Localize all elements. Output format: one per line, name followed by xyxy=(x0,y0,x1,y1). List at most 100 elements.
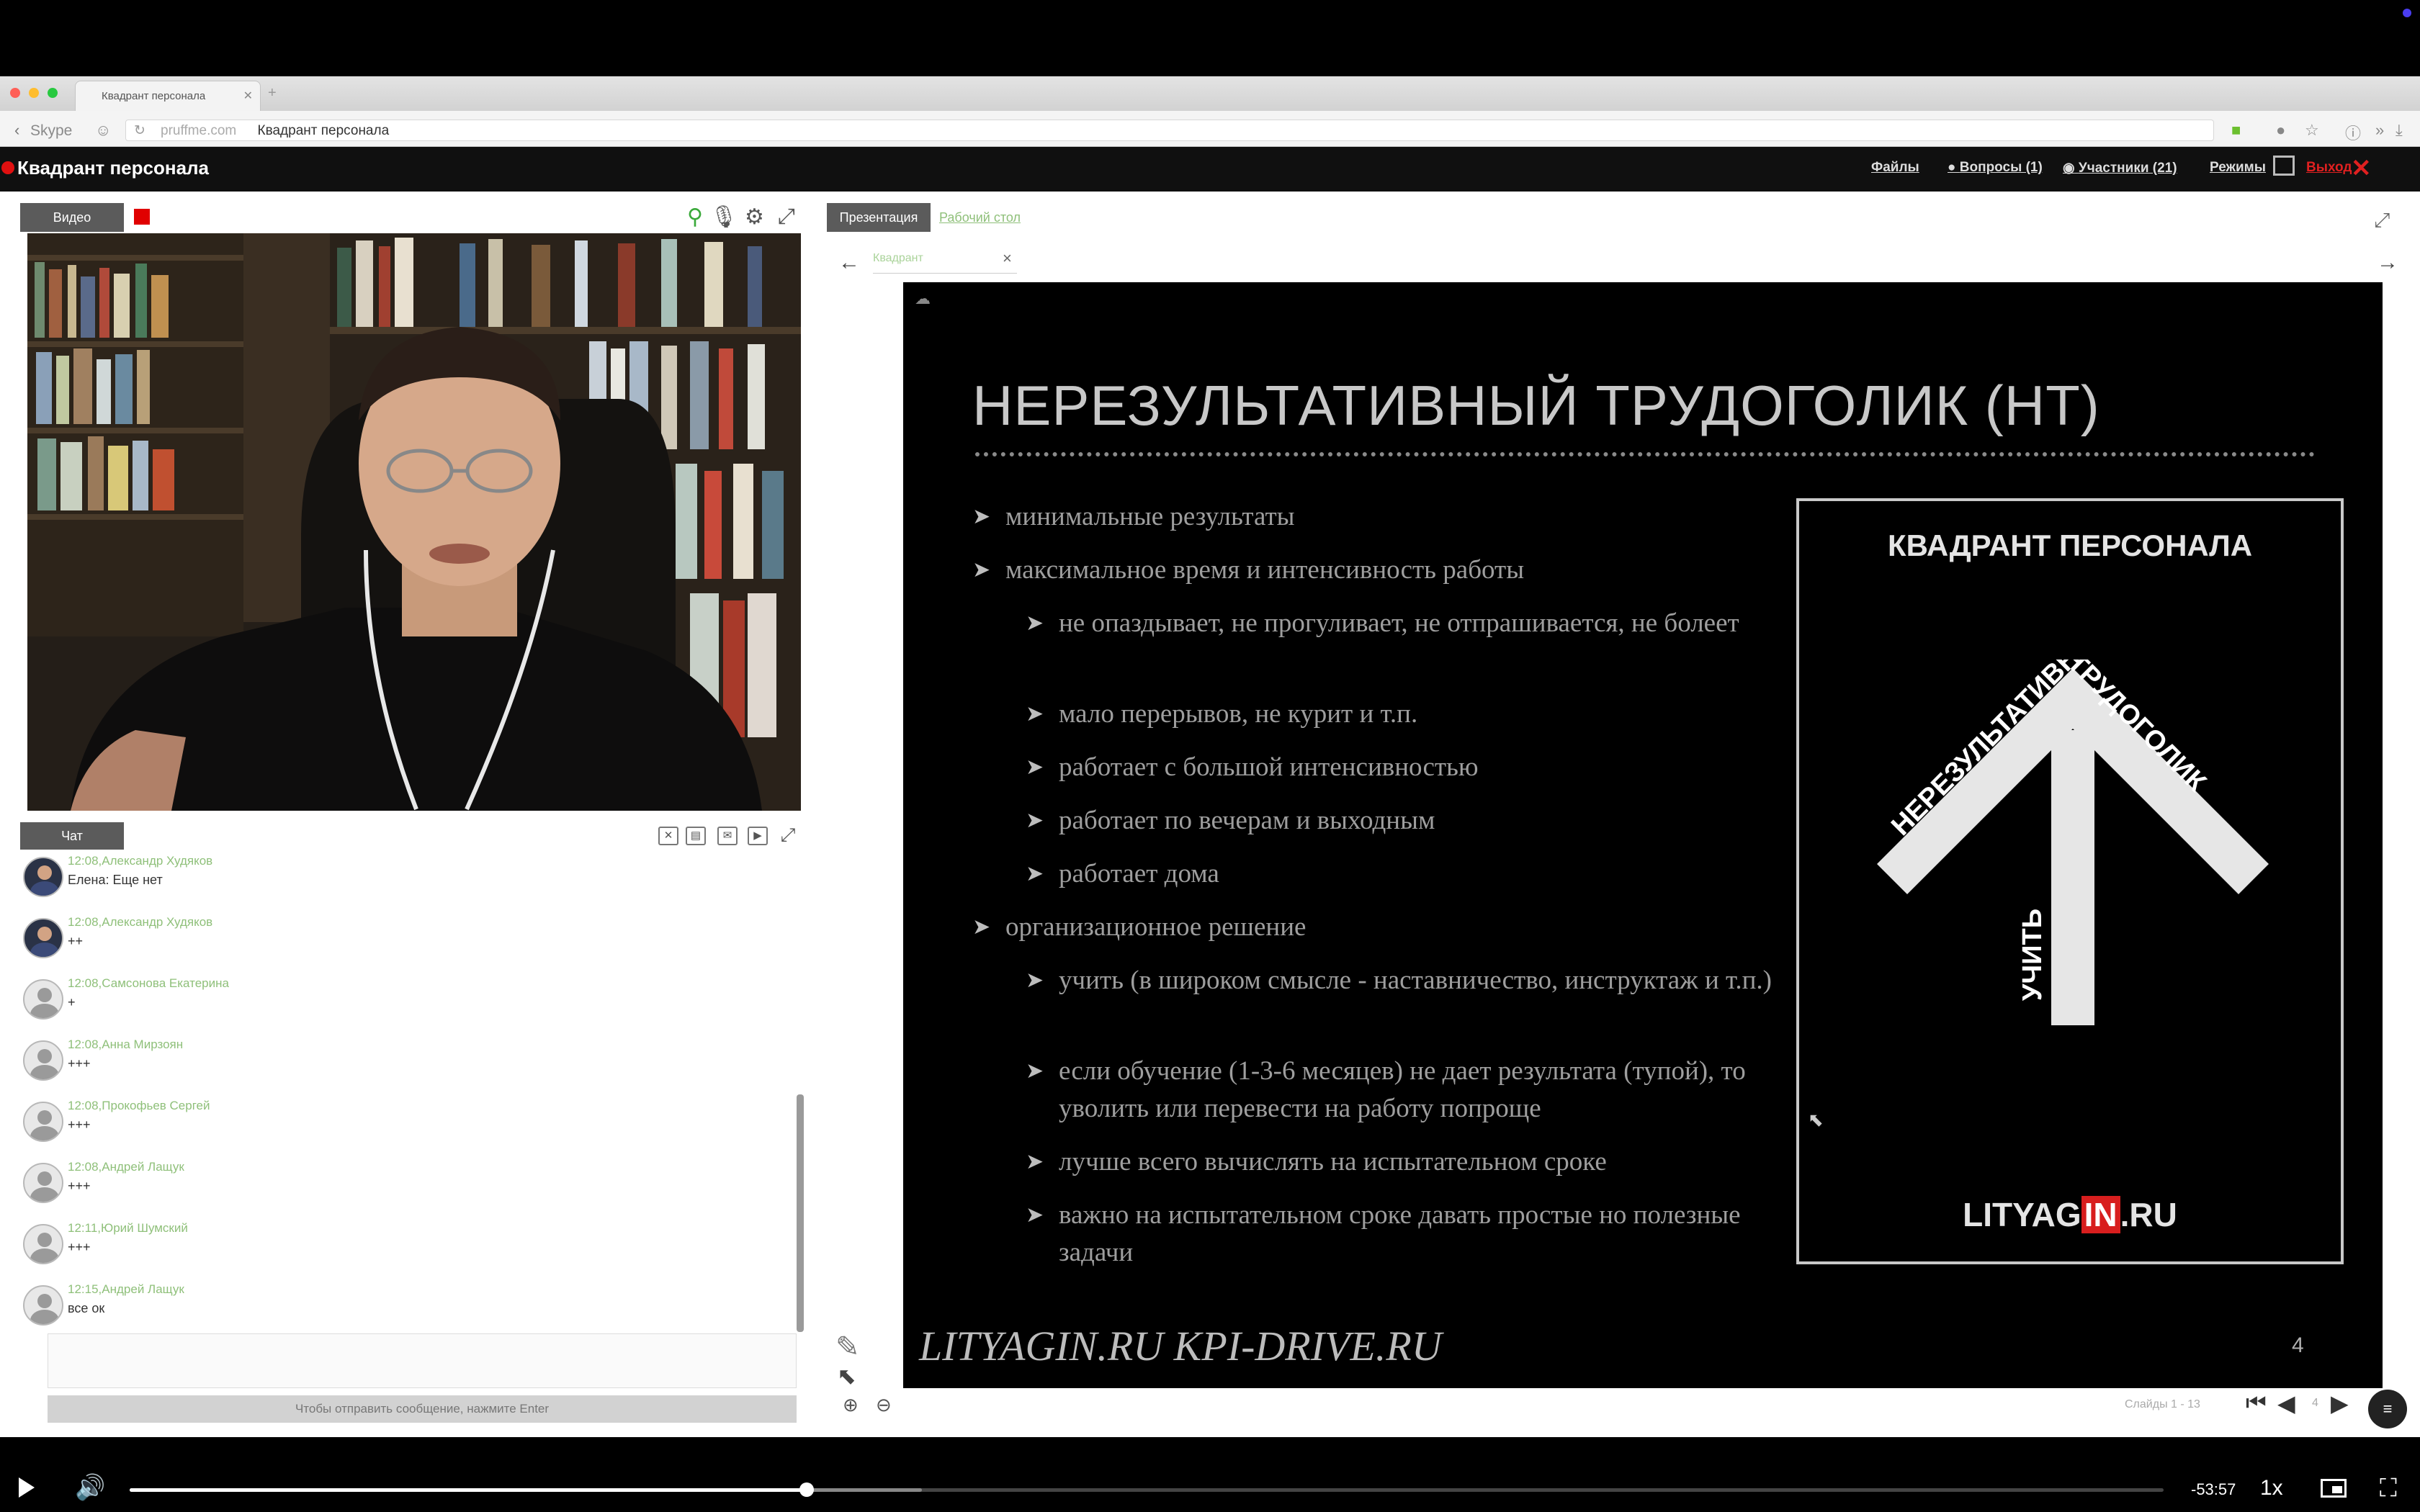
bookmark-star-icon[interactable]: ☆ xyxy=(2305,121,2319,140)
participants-link[interactable]: ◉ Участники (21) xyxy=(2063,160,2177,176)
slide-subbullet: ➤ мало перерывов, не курит и т.п. xyxy=(1026,696,1782,733)
slide-bullet: ➤ организационное решение xyxy=(972,909,1782,946)
chat-scrollbar[interactable] xyxy=(797,1094,804,1332)
zoom-in-icon[interactable]: ⊕ xyxy=(843,1394,859,1416)
info-icon[interactable]: ⓘ xyxy=(2345,121,2361,144)
time-remaining: -53:57 xyxy=(2191,1480,2236,1498)
top-black-bar xyxy=(0,0,2420,76)
slide-divider xyxy=(975,452,2315,456)
window-close-button[interactable] xyxy=(10,88,20,98)
layout-icon[interactable] xyxy=(2273,156,2295,176)
url-title: Квадрант персонала xyxy=(257,123,390,138)
volume-icon[interactable]: 🔊 xyxy=(75,1473,105,1502)
gear-icon[interactable]: ⚙ xyxy=(745,204,764,230)
next-slide-icon[interactable]: ▶ xyxy=(2331,1390,2349,1417)
participants-label: Участники (21) xyxy=(2078,161,2177,176)
webcam-video[interactable] xyxy=(27,233,801,811)
playback-speed-button[interactable]: 1x xyxy=(2260,1476,2283,1500)
stop-record-icon[interactable] xyxy=(134,209,150,225)
message-author[interactable]: Андрей Лащук xyxy=(102,1282,184,1296)
quadrant-card: КВАДРАНТ ПЕРСОНАЛА НЕРЕЗУЛЬТАТИВНЫЙ ТРУД… xyxy=(1796,498,2344,1264)
message-author[interactable]: Прокофьев Сергей xyxy=(102,1099,210,1112)
first-slide-icon[interactable]: ⏮ xyxy=(2246,1390,2267,1417)
pencil-icon[interactable]: ✎ xyxy=(835,1331,860,1364)
message-author[interactable]: Андрей Лащук xyxy=(102,1160,184,1174)
bullet-text: если обучение (1-3-6 месяцев) не дает ре… xyxy=(1059,1056,1746,1123)
document-tab[interactable]: Квадрант xyxy=(873,252,1017,274)
files-link[interactable]: Файлы xyxy=(1871,160,1919,176)
chat-input[interactable] xyxy=(48,1333,797,1388)
bullet-arrow-icon: ➤ xyxy=(1026,968,1044,993)
play-icon[interactable]: ▶ xyxy=(748,827,768,845)
prev-slide-icon[interactable]: ◀ xyxy=(2277,1390,2295,1417)
exit-close-icon[interactable]: ✕ xyxy=(2351,154,2372,183)
message-time: 12:15, xyxy=(68,1282,102,1296)
message-meta: 12:08,Александр Худяков xyxy=(68,854,212,868)
mail-icon[interactable]: ✉ xyxy=(717,827,738,845)
message-meta: 12:08,Самсонова Екатерина xyxy=(68,976,229,991)
window-maximize-button[interactable] xyxy=(48,88,58,98)
fullscreen-icon[interactable]: ⛶ xyxy=(2380,1475,2397,1503)
message-author[interactable]: Александр Худяков xyxy=(102,915,212,929)
modes-link[interactable]: Режимы xyxy=(2210,160,2266,176)
browser-tab-title: Квадрант персонала xyxy=(102,90,206,102)
location-pin-icon[interactable]: ⚲ xyxy=(687,204,703,230)
back-label[interactable]: Skype xyxy=(30,122,72,140)
message-meta: 12:15,Андрей Лащук xyxy=(68,1282,184,1297)
tab-presentation[interactable]: Презентация xyxy=(827,203,931,232)
play-icon[interactable] xyxy=(19,1477,35,1498)
message-author[interactable]: Самсонова Екатерина xyxy=(102,976,229,990)
chat-tab[interactable]: Чат xyxy=(20,822,124,850)
reload-icon[interactable]: ↻ xyxy=(134,122,145,139)
microphone-icon[interactable]: 🎙 xyxy=(710,204,738,230)
download-icon[interactable]: ⤓ xyxy=(2396,121,2403,140)
url-field[interactable]: pruffme.com Квадрант персонала xyxy=(125,120,2214,141)
browser-tab[interactable]: Квадрант персонала ✕ xyxy=(75,81,261,111)
picture-in-picture-icon[interactable] xyxy=(2321,1479,2347,1498)
new-tab-button[interactable]: + xyxy=(268,85,277,102)
message-author[interactable]: Юрий Шумский xyxy=(101,1221,188,1235)
message-text: +++ xyxy=(68,1240,91,1254)
zoom-out-icon[interactable]: ⊖ xyxy=(876,1394,892,1416)
chat-messages: 12:08,Александр Худяков Елена: Еще нет 12:… xyxy=(20,851,802,1331)
mouse-cursor-icon: ⬉ xyxy=(1808,1109,1824,1130)
send-hint: Чтобы отправить сообщение, нажмите Enter xyxy=(48,1395,797,1423)
video-tab[interactable]: Видео xyxy=(20,203,124,232)
eye-icon: ◉ xyxy=(2063,161,2075,176)
avatar xyxy=(23,1040,63,1081)
captions-icon[interactable]: ≡ xyxy=(2368,1390,2407,1428)
questions-link[interactable]: ● Вопросы (1) xyxy=(1948,160,2043,176)
expand-presentation-icon[interactable]: ⤢ xyxy=(2374,209,2390,233)
tab-close-icon[interactable]: ✕ xyxy=(243,89,253,103)
slide-title: НЕРЕЗУЛЬТАТИВНЫЙ ТРУДОГОЛИК (НТ) xyxy=(972,374,2100,437)
lock-icon: ■ xyxy=(2231,121,2241,139)
message-author[interactable]: Анна Мирзоян xyxy=(102,1038,183,1051)
location-icon[interactable]: ● xyxy=(2276,121,2285,140)
expand-chat-icon[interactable]: ⤢ xyxy=(778,825,798,845)
tab-desktop[interactable]: Рабочий стол xyxy=(939,210,1021,225)
more-icon[interactable]: » xyxy=(2375,121,2384,140)
expand-video-icon[interactable]: ⤢ xyxy=(778,204,795,229)
message-author[interactable]: Александр Худяков xyxy=(102,854,212,868)
bullet-arrow-icon: ➤ xyxy=(1026,611,1044,636)
video-player-bar xyxy=(0,1437,2420,1512)
window-minimize-button[interactable] xyxy=(29,88,39,98)
brand-part-a: LITYAG xyxy=(1963,1196,2081,1233)
arrow-right-icon[interactable]: → xyxy=(2377,251,2398,275)
chat-message: 12:08,Александр Худяков ++ xyxy=(20,912,784,970)
message-time: 12:08, xyxy=(68,854,102,868)
arrow-left-icon[interactable]: ← xyxy=(838,251,860,275)
export-chat-icon[interactable]: ▤ xyxy=(686,827,706,845)
slide-subbullet: ➤ работает с большой интенсивностью xyxy=(1026,749,1782,786)
clear-chat-icon[interactable]: ✕ xyxy=(658,827,678,845)
bullet-text: максимальное время и интенсивность работ… xyxy=(1005,555,1525,585)
message-meta: 12:08,Андрей Лащук xyxy=(68,1160,184,1174)
message-text: ++ xyxy=(68,934,84,948)
message-time: 12:08, xyxy=(68,915,102,929)
back-icon[interactable]: ‹ xyxy=(14,121,19,140)
pointer-icon[interactable]: ⬉ xyxy=(837,1362,856,1390)
document-close-icon[interactable]: × xyxy=(1003,249,1012,268)
profile-icon[interactable]: ☺ xyxy=(95,121,111,140)
message-time: 12:08, xyxy=(68,1038,102,1051)
exit-link[interactable]: Выход xyxy=(2306,160,2352,176)
